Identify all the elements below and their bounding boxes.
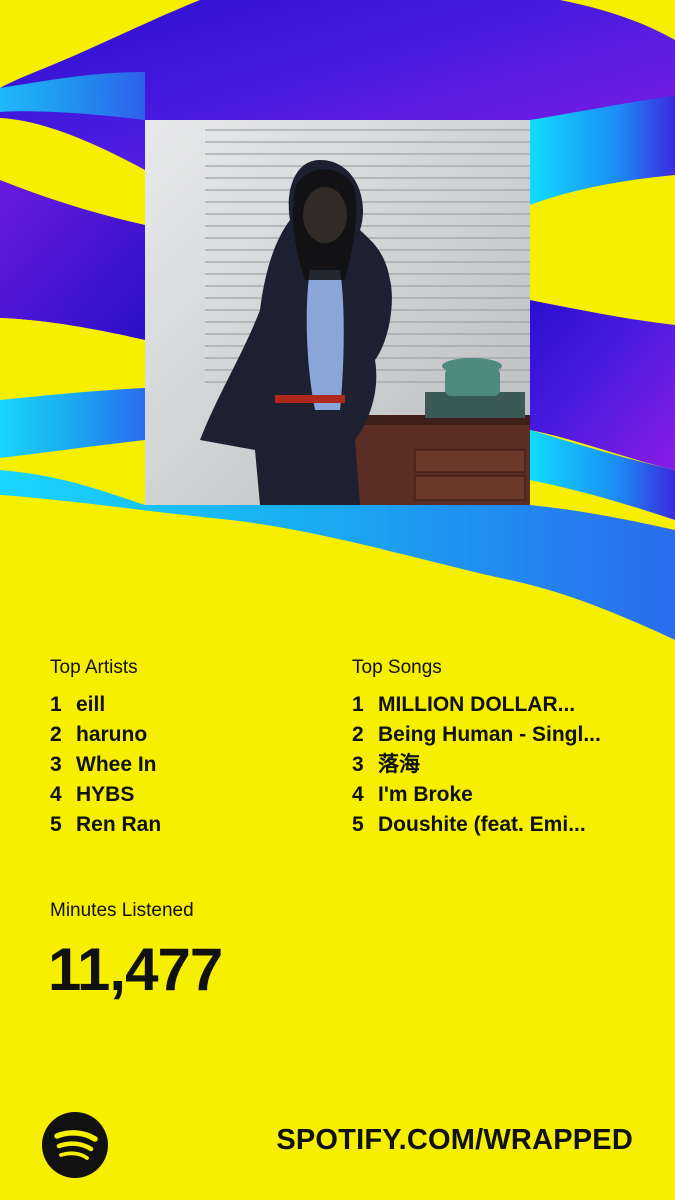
top-artists-list: 1 eill 2 haruno 3 Whee In 4 HYBS 5 Ren Ran (50, 690, 161, 840)
list-item: 1 eill (50, 690, 161, 720)
artist-name: eill (76, 693, 106, 716)
list-item: 5 Ren Ran (50, 810, 161, 840)
wrapped-card: Top Artists 1 eill 2 haruno 3 Whee In 4 HYBS… (0, 0, 675, 1200)
artist-name: HYBS (76, 783, 135, 806)
song-name: I'm Broke (378, 783, 473, 806)
wrapped-url-link[interactable]: SPOTIFY.COM/WRAPPED (276, 1124, 633, 1157)
list-item: 3 落海 (352, 750, 601, 780)
minutes-value: 11,477 (48, 936, 223, 1003)
artist-name: Whee In (76, 753, 157, 776)
top-songs-label: Top Songs (352, 657, 442, 678)
spotify-logo-icon[interactable] (42, 1112, 108, 1178)
artist-name: Ren Ran (76, 813, 162, 836)
song-name: MILLION DOLLAR... (378, 693, 576, 716)
top-songs-list: 1 MILLION DOLLAR... 2 Being Human - Singl.… (352, 690, 601, 840)
top-artists-label: Top Artists (50, 657, 138, 678)
minutes-label: Minutes Listened (50, 900, 194, 921)
artist-name: haruno (76, 723, 148, 746)
list-item: 2 haruno (50, 720, 161, 750)
song-name: 落海 (378, 753, 420, 776)
song-name: Being Human - Singl... (378, 723, 601, 746)
list-item: 1 MILLION DOLLAR... (352, 690, 601, 720)
list-item: 2 Being Human - Singl... (352, 720, 601, 750)
list-item: 5 Doushite (feat. Emi... (352, 810, 601, 840)
album-cover (145, 120, 530, 505)
list-item: 4 I'm Broke (352, 780, 601, 810)
list-item: 4 HYBS (50, 780, 161, 810)
list-item: 3 Whee In (50, 750, 161, 780)
song-name: Doushite (feat. Emi... (378, 813, 586, 836)
album-cover-image (145, 120, 530, 505)
